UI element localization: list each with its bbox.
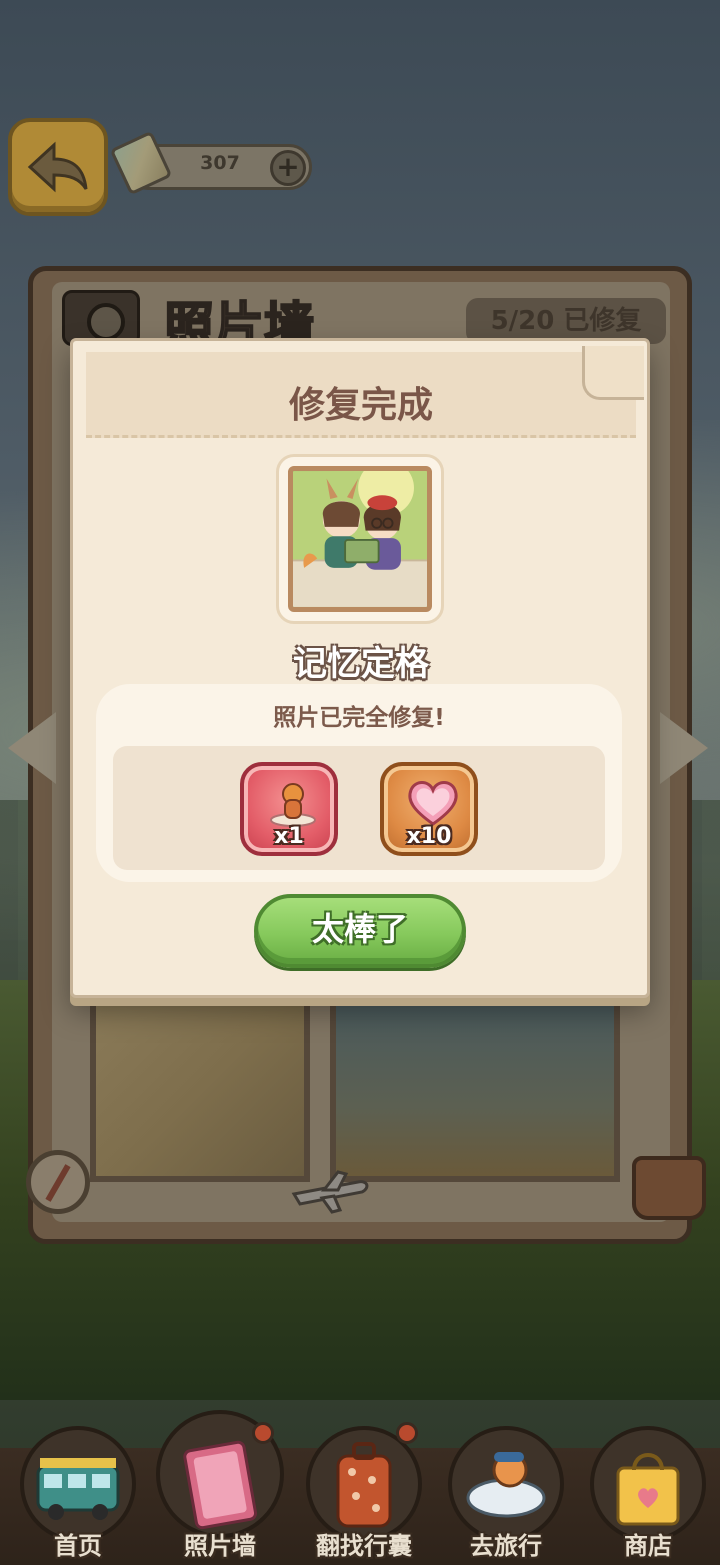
heart-reward-icon bbox=[408, 781, 458, 826]
airplane-icon bbox=[291, 1170, 369, 1214]
reward-caption: 照片已完全修复! bbox=[273, 705, 445, 731]
reward-box bbox=[113, 746, 605, 870]
confirm-button[interactable]: 太棒了 bbox=[254, 894, 466, 968]
nav-label: 商店 bbox=[624, 1532, 672, 1560]
pilot-icon bbox=[466, 1452, 546, 1518]
nav-item-travel[interactable]: 去旅行 bbox=[438, 1420, 574, 1565]
photo-name: 记忆定格 bbox=[293, 644, 429, 684]
photo-album-icon bbox=[183, 1440, 258, 1530]
reward-quantity: x1 bbox=[274, 824, 304, 849]
nav-item-photo-wall[interactable]: 照片墙 bbox=[152, 1410, 288, 1565]
photo-slot[interactable] bbox=[330, 996, 620, 1182]
figurine-reward-icon bbox=[270, 783, 316, 827]
notification-badge bbox=[252, 1422, 274, 1444]
bus-icon bbox=[36, 1458, 120, 1520]
nav-item-shop[interactable]: 商店 bbox=[580, 1420, 716, 1565]
previous-page-arrow-icon[interactable] bbox=[8, 712, 56, 784]
nav-label: 照片墙 bbox=[184, 1532, 256, 1560]
restored-photo bbox=[288, 466, 432, 612]
nav-item-home[interactable]: 首页 bbox=[10, 1420, 146, 1565]
next-page-arrow-icon[interactable] bbox=[660, 712, 708, 784]
nav-label: 去旅行 bbox=[470, 1532, 542, 1560]
back-button[interactable] bbox=[8, 118, 108, 216]
shopping-bag-icon bbox=[616, 1453, 680, 1526]
compass-icon bbox=[26, 1150, 90, 1214]
photo-illustration bbox=[293, 471, 427, 607]
back-arrow-icon bbox=[27, 141, 88, 193]
add-currency-button[interactable]: + bbox=[270, 150, 306, 186]
reward-quantity: x10 bbox=[406, 824, 452, 849]
notification-badge bbox=[396, 1422, 418, 1444]
dialog-title: 修复完成 bbox=[288, 385, 433, 426]
suitcase-icon bbox=[336, 1442, 392, 1528]
photo-slot[interactable] bbox=[90, 996, 310, 1182]
nav-label: 翻找行囊 bbox=[316, 1532, 412, 1560]
picnic-basket-icon bbox=[632, 1156, 706, 1220]
currency-value: 307 bbox=[200, 152, 240, 174]
nav-label: 首页 bbox=[54, 1532, 102, 1560]
nav-item-rummage-bag[interactable]: 翻找行囊 bbox=[296, 1420, 432, 1565]
